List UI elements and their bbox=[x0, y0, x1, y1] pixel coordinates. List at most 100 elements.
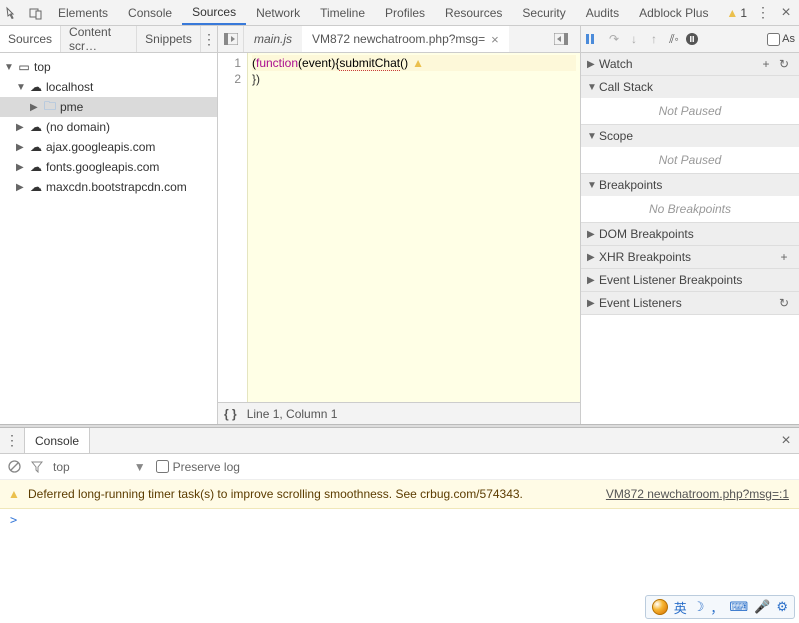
toggle-navigator-icon[interactable] bbox=[218, 26, 244, 52]
close-devtools-icon[interactable]: × bbox=[773, 4, 799, 22]
cloud-icon: ☁ bbox=[28, 160, 44, 174]
debugger-sidebar: Watch+↻ Call Stack Not Paused Scope Not … bbox=[581, 53, 799, 424]
add-watch-icon[interactable]: + bbox=[757, 57, 775, 71]
refresh-listeners-icon[interactable]: ↻ bbox=[775, 296, 793, 310]
section-breakpoints[interactable]: Breakpoints bbox=[581, 174, 799, 196]
tree-ajax-googleapis[interactable]: ☁ajax.googleapis.com bbox=[0, 137, 217, 157]
section-scope[interactable]: Scope bbox=[581, 125, 799, 147]
pause-icon[interactable] bbox=[585, 33, 603, 45]
navtab-snippets[interactable]: Snippets bbox=[137, 26, 201, 52]
navtab-sources[interactable]: Sources bbox=[0, 26, 61, 52]
step-into-icon[interactable]: ↓ bbox=[625, 32, 643, 46]
section-xhr-bp[interactable]: XHR Breakpoints+ bbox=[581, 246, 799, 268]
navtab-content-scripts[interactable]: Content scr… bbox=[61, 26, 137, 52]
section-event-bp[interactable]: Event Listener Breakpoints bbox=[581, 269, 799, 291]
ime-lang[interactable]: 英 bbox=[674, 598, 687, 617]
tab-elements[interactable]: Elements bbox=[48, 0, 118, 25]
cloud-icon: ☁ bbox=[28, 180, 44, 194]
inline-warning-icon: ▲ bbox=[412, 56, 424, 70]
tree-maxcdn[interactable]: ☁maxcdn.bootstrapcdn.com bbox=[0, 177, 217, 197]
step-over-icon[interactable]: ↷ bbox=[605, 32, 623, 46]
tree-folder-pme[interactable]: 🗀pme bbox=[0, 97, 217, 117]
add-xhr-bp-icon[interactable]: + bbox=[775, 250, 793, 264]
clear-console-icon[interactable] bbox=[8, 460, 21, 473]
navigator-tabs: Sources Content scr… Snippets ⋮ bbox=[0, 26, 218, 52]
code-editor: 1 2 (function(event){submitChat()▲}) { }… bbox=[218, 53, 581, 424]
tab-adblock[interactable]: Adblock Plus bbox=[629, 0, 718, 25]
inspect-icon[interactable] bbox=[0, 1, 24, 25]
console-warning-msg: ▲ Deferred long-running timer task(s) to… bbox=[0, 480, 799, 509]
device-mode-icon[interactable] bbox=[24, 1, 48, 25]
debugger-controls: ↷ ↓ ↑ ⫽◦ As bbox=[581, 26, 799, 52]
deactivate-bp-icon[interactable]: ⫽◦ bbox=[665, 32, 683, 47]
preserve-log-checkbox[interactable] bbox=[156, 460, 169, 473]
breakpoints-body: No Breakpoints bbox=[581, 196, 799, 222]
tree-fonts-googleapis[interactable]: ☁fonts.googleapis.com bbox=[0, 157, 217, 177]
drawer-tab-console[interactable]: Console bbox=[24, 428, 90, 453]
pretty-print-icon[interactable]: { } bbox=[224, 407, 237, 421]
console-prompt[interactable]: > bbox=[0, 509, 799, 531]
folder-icon: 🗀 bbox=[42, 97, 58, 118]
navtab-more-icon[interactable]: ⋮ bbox=[201, 31, 217, 48]
ime-logo-icon[interactable] bbox=[652, 599, 668, 615]
section-event-listeners[interactable]: Event Listeners↻ bbox=[581, 292, 799, 314]
scope-body: Not Paused bbox=[581, 147, 799, 173]
filetab-main-js[interactable]: main.js bbox=[244, 26, 302, 52]
tab-security[interactable]: Security bbox=[512, 0, 575, 25]
preserve-log-toggle[interactable]: Preserve log bbox=[156, 460, 240, 474]
devtools-toolbar: Elements Console Sources Network Timelin… bbox=[0, 0, 799, 26]
section-watch[interactable]: Watch+↻ bbox=[581, 53, 799, 75]
window-icon: ▭ bbox=[16, 60, 32, 74]
warning-icon: ▲ bbox=[726, 6, 738, 20]
refresh-watch-icon[interactable]: ↻ bbox=[775, 57, 793, 71]
callstack-body: Not Paused bbox=[581, 98, 799, 124]
more-menu-icon[interactable]: ⋮ bbox=[753, 4, 773, 21]
pause-exceptions-icon[interactable] bbox=[685, 32, 703, 46]
line-gutter: 1 2 bbox=[218, 53, 248, 402]
console-msg-source-link[interactable]: VM872 newchatroom.php?msg=:1 bbox=[606, 486, 789, 502]
main-tabs: Elements Console Sources Network Timelin… bbox=[48, 0, 726, 25]
ime-mic-icon[interactable]: 🎤 bbox=[754, 599, 770, 615]
ime-tray: 英 ☽ ， ⌨ 🎤 ⚙ bbox=[645, 595, 795, 619]
step-out-icon[interactable]: ↑ bbox=[645, 32, 663, 46]
chevron-down-icon: ▼ bbox=[134, 460, 146, 474]
cloud-icon: ☁ bbox=[28, 80, 44, 94]
ime-keyboard-icon[interactable]: ⌨ bbox=[729, 599, 748, 615]
filter-icon[interactable] bbox=[31, 461, 43, 473]
warning-badge[interactable]: ▲1 bbox=[726, 6, 747, 20]
tab-profiles[interactable]: Profiles bbox=[375, 0, 435, 25]
context-selector[interactable]: top▼ bbox=[53, 460, 146, 474]
ime-settings-icon[interactable]: ⚙ bbox=[776, 599, 788, 615]
code-area[interactable]: 1 2 (function(event){submitChat()▲}) bbox=[218, 53, 580, 402]
async-label: As bbox=[782, 33, 795, 45]
tree-nodomain[interactable]: ☁(no domain) bbox=[0, 117, 217, 137]
code-lines[interactable]: (function(event){submitChat()▲}) bbox=[248, 53, 580, 402]
sources-body: ▭top ☁localhost 🗀pme ☁(no domain) ☁ajax.… bbox=[0, 53, 799, 424]
file-navigator: ▭top ☁localhost 🗀pme ☁(no domain) ☁ajax.… bbox=[0, 53, 218, 424]
tab-console[interactable]: Console bbox=[118, 0, 182, 25]
close-drawer-icon[interactable]: × bbox=[773, 432, 799, 450]
tab-network[interactable]: Network bbox=[246, 0, 310, 25]
tab-timeline[interactable]: Timeline bbox=[310, 0, 375, 25]
toggle-debugger-pane-icon[interactable] bbox=[554, 33, 580, 45]
tab-audits[interactable]: Audits bbox=[576, 0, 629, 25]
section-dom-bp[interactable]: DOM Breakpoints bbox=[581, 223, 799, 245]
cloud-icon: ☁ bbox=[28, 120, 44, 134]
console-toolbar: top▼ Preserve log bbox=[0, 454, 799, 480]
tree-top[interactable]: ▭top bbox=[0, 57, 217, 77]
cursor-position: Line 1, Column 1 bbox=[247, 407, 338, 421]
filetab-vm872[interactable]: VM872 newchatroom.php?msg=× bbox=[302, 26, 509, 52]
tree-localhost[interactable]: ☁localhost bbox=[0, 77, 217, 97]
async-checkbox[interactable] bbox=[767, 33, 780, 46]
close-tab-icon[interactable]: × bbox=[491, 32, 499, 47]
editor-tabs: main.js VM872 newchatroom.php?msg=× bbox=[218, 26, 581, 52]
warning-count: 1 bbox=[740, 6, 747, 20]
tab-resources[interactable]: Resources bbox=[435, 0, 512, 25]
cloud-icon: ☁ bbox=[28, 140, 44, 154]
drawer-tabs: ⋮ Console × bbox=[0, 428, 799, 454]
tab-sources[interactable]: Sources bbox=[182, 0, 246, 25]
ime-comma-icon[interactable]: ， bbox=[710, 598, 723, 617]
section-callstack[interactable]: Call Stack bbox=[581, 76, 799, 98]
drawer-more-icon[interactable]: ⋮ bbox=[0, 432, 24, 449]
ime-moon-icon[interactable]: ☽ bbox=[693, 599, 705, 615]
